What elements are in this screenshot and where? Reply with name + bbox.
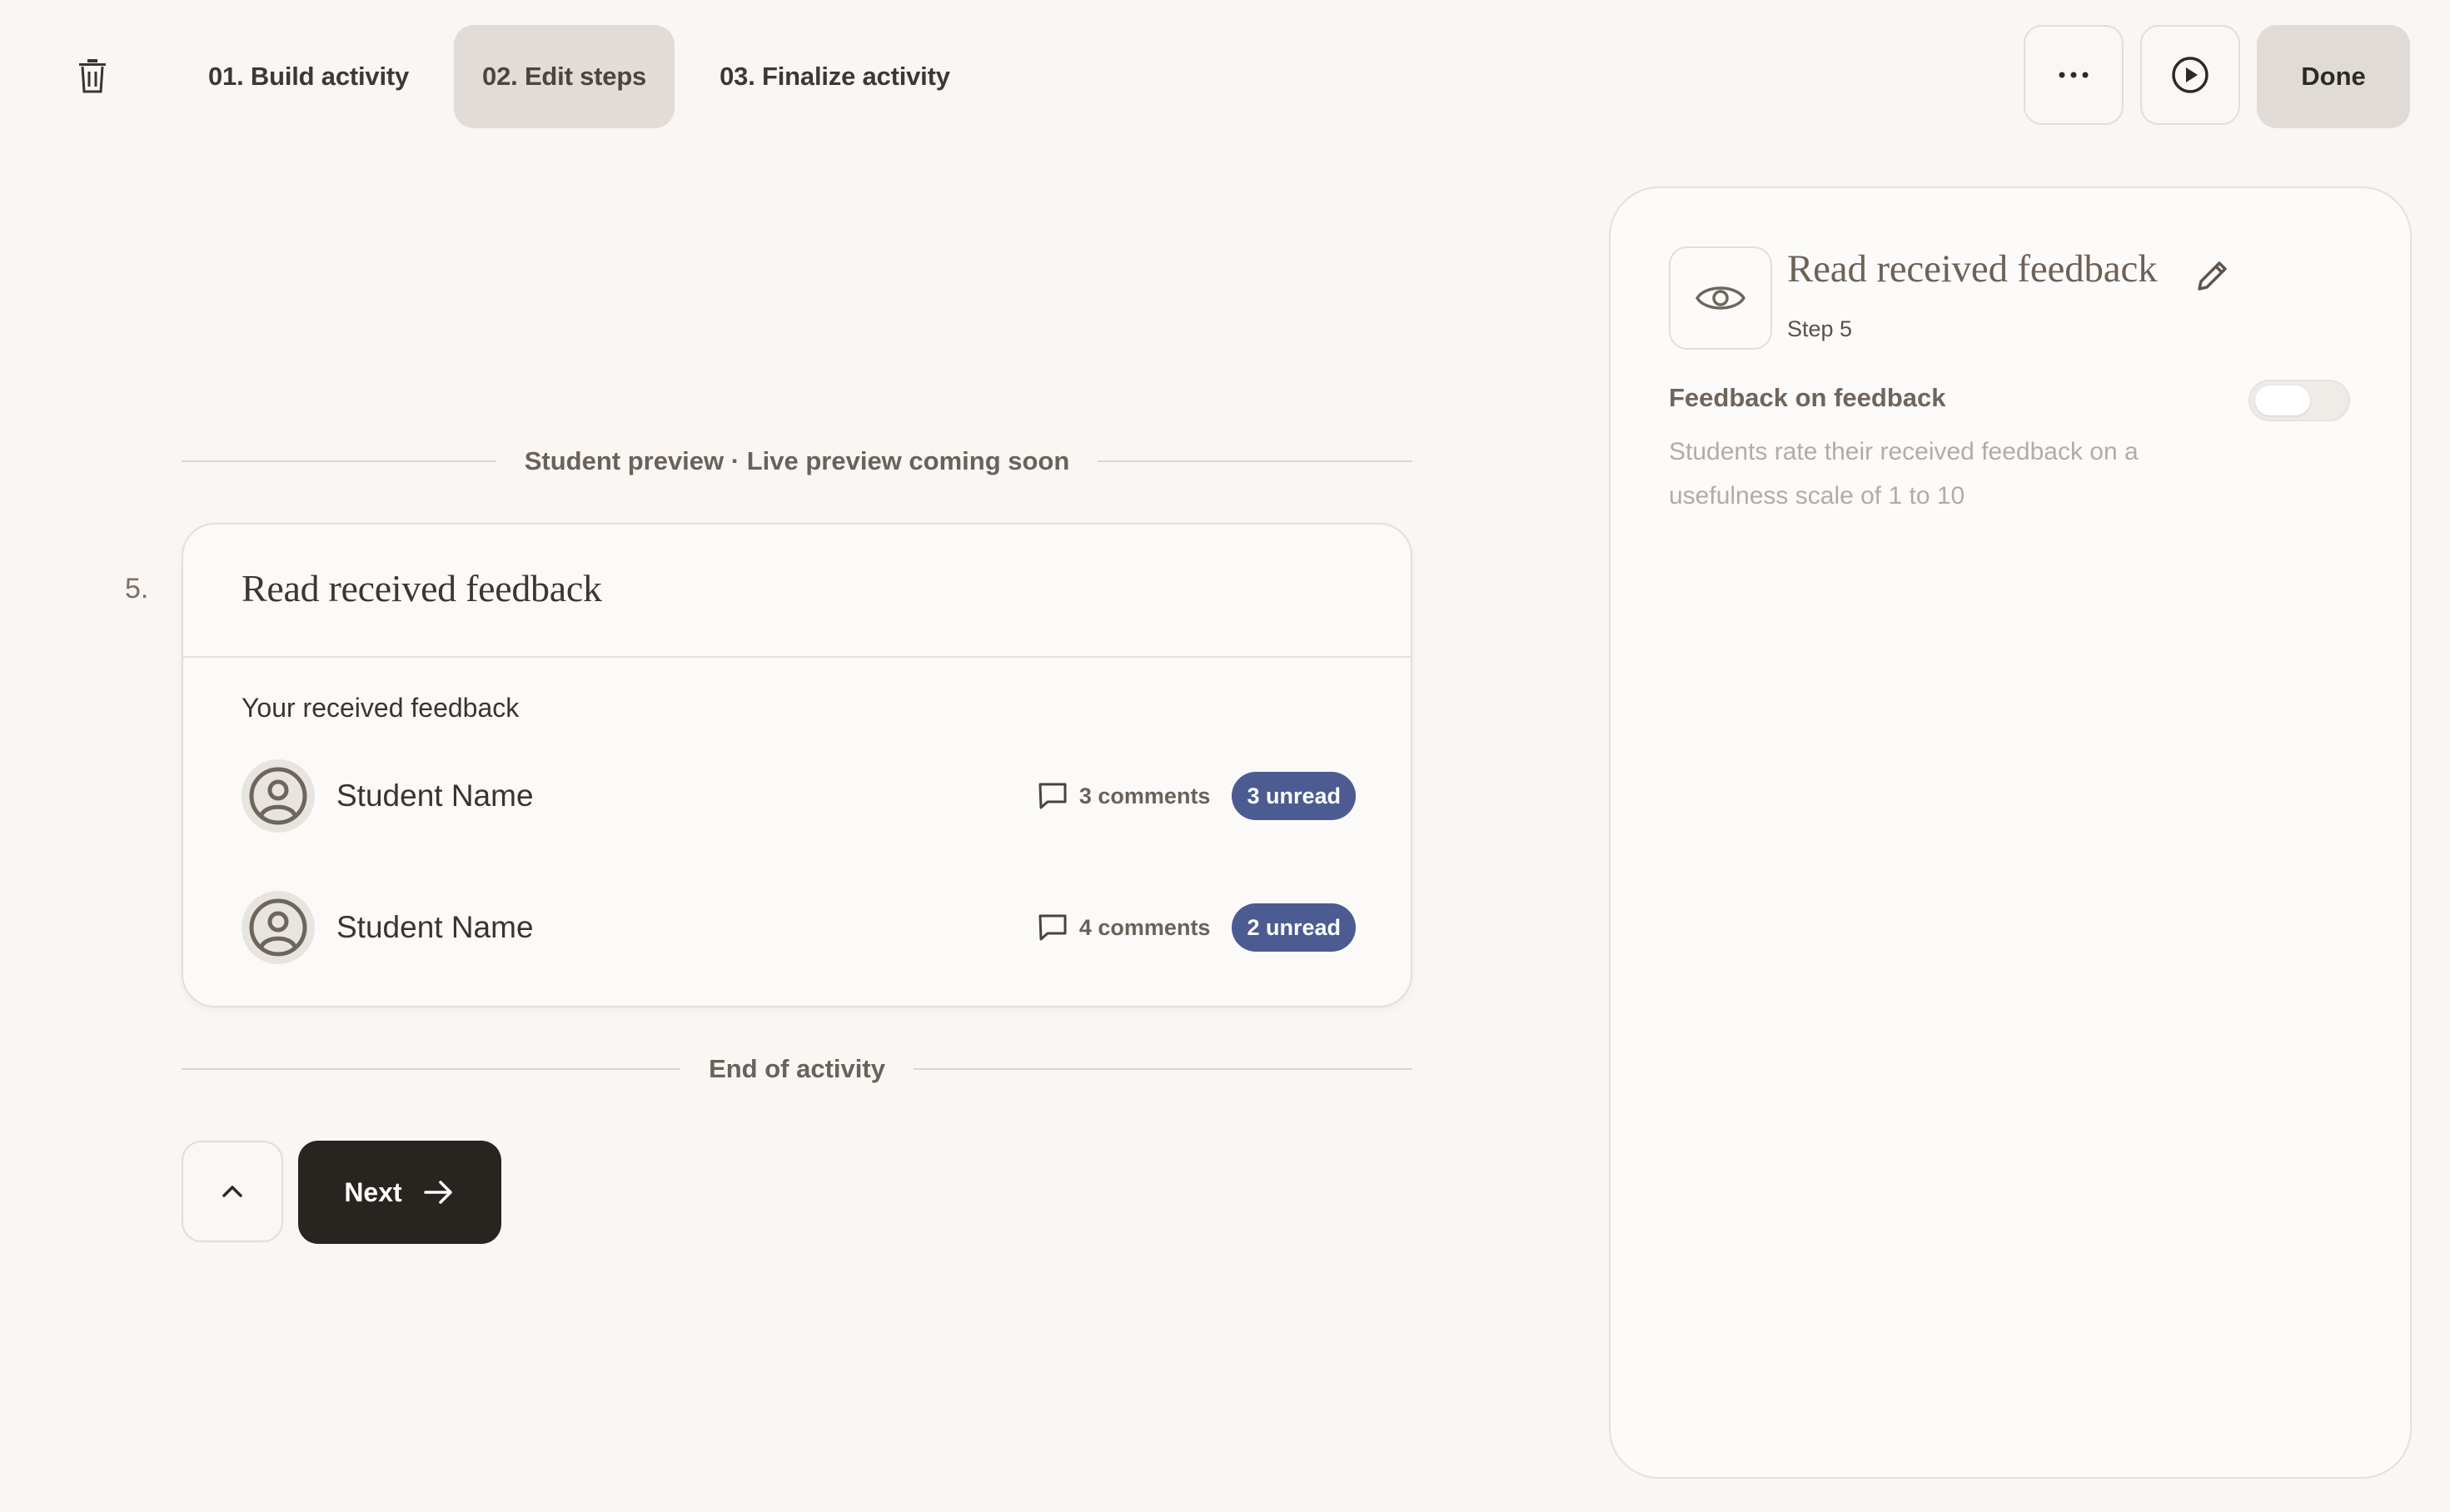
- unread-badge[interactable]: 2 unread: [1232, 903, 1356, 952]
- pencil-icon: [2198, 261, 2227, 291]
- previous-step-button[interactable]: [182, 1141, 283, 1242]
- end-of-activity-label: End of activity: [709, 1054, 885, 1083]
- avatar: [242, 891, 315, 964]
- more-options-button[interactable]: [2024, 25, 2124, 125]
- preview-play-button[interactable]: [2140, 25, 2240, 125]
- unread-badge[interactable]: 3 unread: [1232, 772, 1356, 820]
- student-preview-divider: Student preview · Live preview coming so…: [182, 446, 1413, 476]
- top-bar: 01. Build activity 02. Edit steps 03. Fi…: [0, 0, 2450, 153]
- divider-line: [1098, 460, 1413, 462]
- top-actions: Done: [2024, 25, 2410, 128]
- user-circle-icon: [249, 898, 307, 957]
- toggle-knob: [2255, 385, 2310, 415]
- comment-icon: [1038, 783, 1067, 809]
- eye-icon: [1696, 286, 1745, 310]
- chevron-up-icon: [222, 1186, 242, 1197]
- student-name: Student Name: [336, 910, 534, 944]
- step-preview-card: Read received feedback Your received fee…: [182, 523, 1412, 1007]
- user-circle-icon: [249, 767, 307, 825]
- next-button[interactable]: Next: [298, 1141, 501, 1244]
- tab-finalize-activity[interactable]: 03. Finalize activity: [691, 25, 979, 128]
- card-subtitle: Your received feedback: [242, 693, 520, 723]
- student-row[interactable]: Student Name 3 comments 3 unread: [242, 758, 1356, 834]
- divider-line: [182, 460, 496, 462]
- ellipsis-icon: [2059, 72, 2089, 78]
- feedback-on-feedback-label: Feedback on feedback: [1669, 383, 1946, 412]
- card-title: Read received feedback: [242, 567, 602, 609]
- next-button-label: Next: [344, 1176, 402, 1207]
- play-circle-icon: [2172, 57, 2208, 93]
- comment-count-label: 3 comments: [1078, 783, 1211, 808]
- edit-title-button[interactable]: [2190, 253, 2235, 298]
- feedback-on-feedback-toggle[interactable]: [2248, 380, 2350, 421]
- student-preview-label: Student preview · Live preview coming so…: [524, 446, 1070, 475]
- comment-icon: [1038, 914, 1067, 941]
- step-tabs: 01. Build activity 02. Edit steps 03. Fi…: [180, 25, 979, 128]
- tab-build-activity[interactable]: 01. Build activity: [180, 25, 437, 128]
- comment-count: 4 comments: [1038, 913, 1211, 942]
- arrow-right-icon: [423, 1181, 452, 1204]
- feedback-on-feedback-description: Students rate their received feedback on…: [1669, 438, 2139, 510]
- step-settings-panel: Read received feedback Step 5 Feedback o…: [1609, 187, 2412, 1479]
- step-type-icon: [1669, 246, 1772, 350]
- step-number: 5.: [125, 573, 149, 604]
- comment-count-label: 4 comments: [1078, 914, 1211, 940]
- tab-edit-steps[interactable]: 02. Edit steps: [454, 25, 675, 128]
- avatar: [242, 759, 315, 833]
- divider-line: [913, 1068, 1412, 1070]
- trash-icon: [79, 59, 106, 93]
- end-of-activity-divider: End of activity: [182, 1054, 1412, 1084]
- delete-activity-button[interactable]: [67, 52, 118, 100]
- divider-line: [182, 1068, 681, 1070]
- done-button[interactable]: Done: [2257, 25, 2410, 128]
- panel-step-label: Step 5: [1787, 316, 1853, 341]
- comment-count: 3 comments: [1038, 782, 1211, 810]
- student-row[interactable]: Student Name 4 comments 2 unread: [242, 889, 1356, 966]
- panel-title: Read received feedback: [1787, 247, 2158, 291]
- student-name: Student Name: [336, 778, 534, 813]
- card-separator: [183, 656, 1411, 658]
